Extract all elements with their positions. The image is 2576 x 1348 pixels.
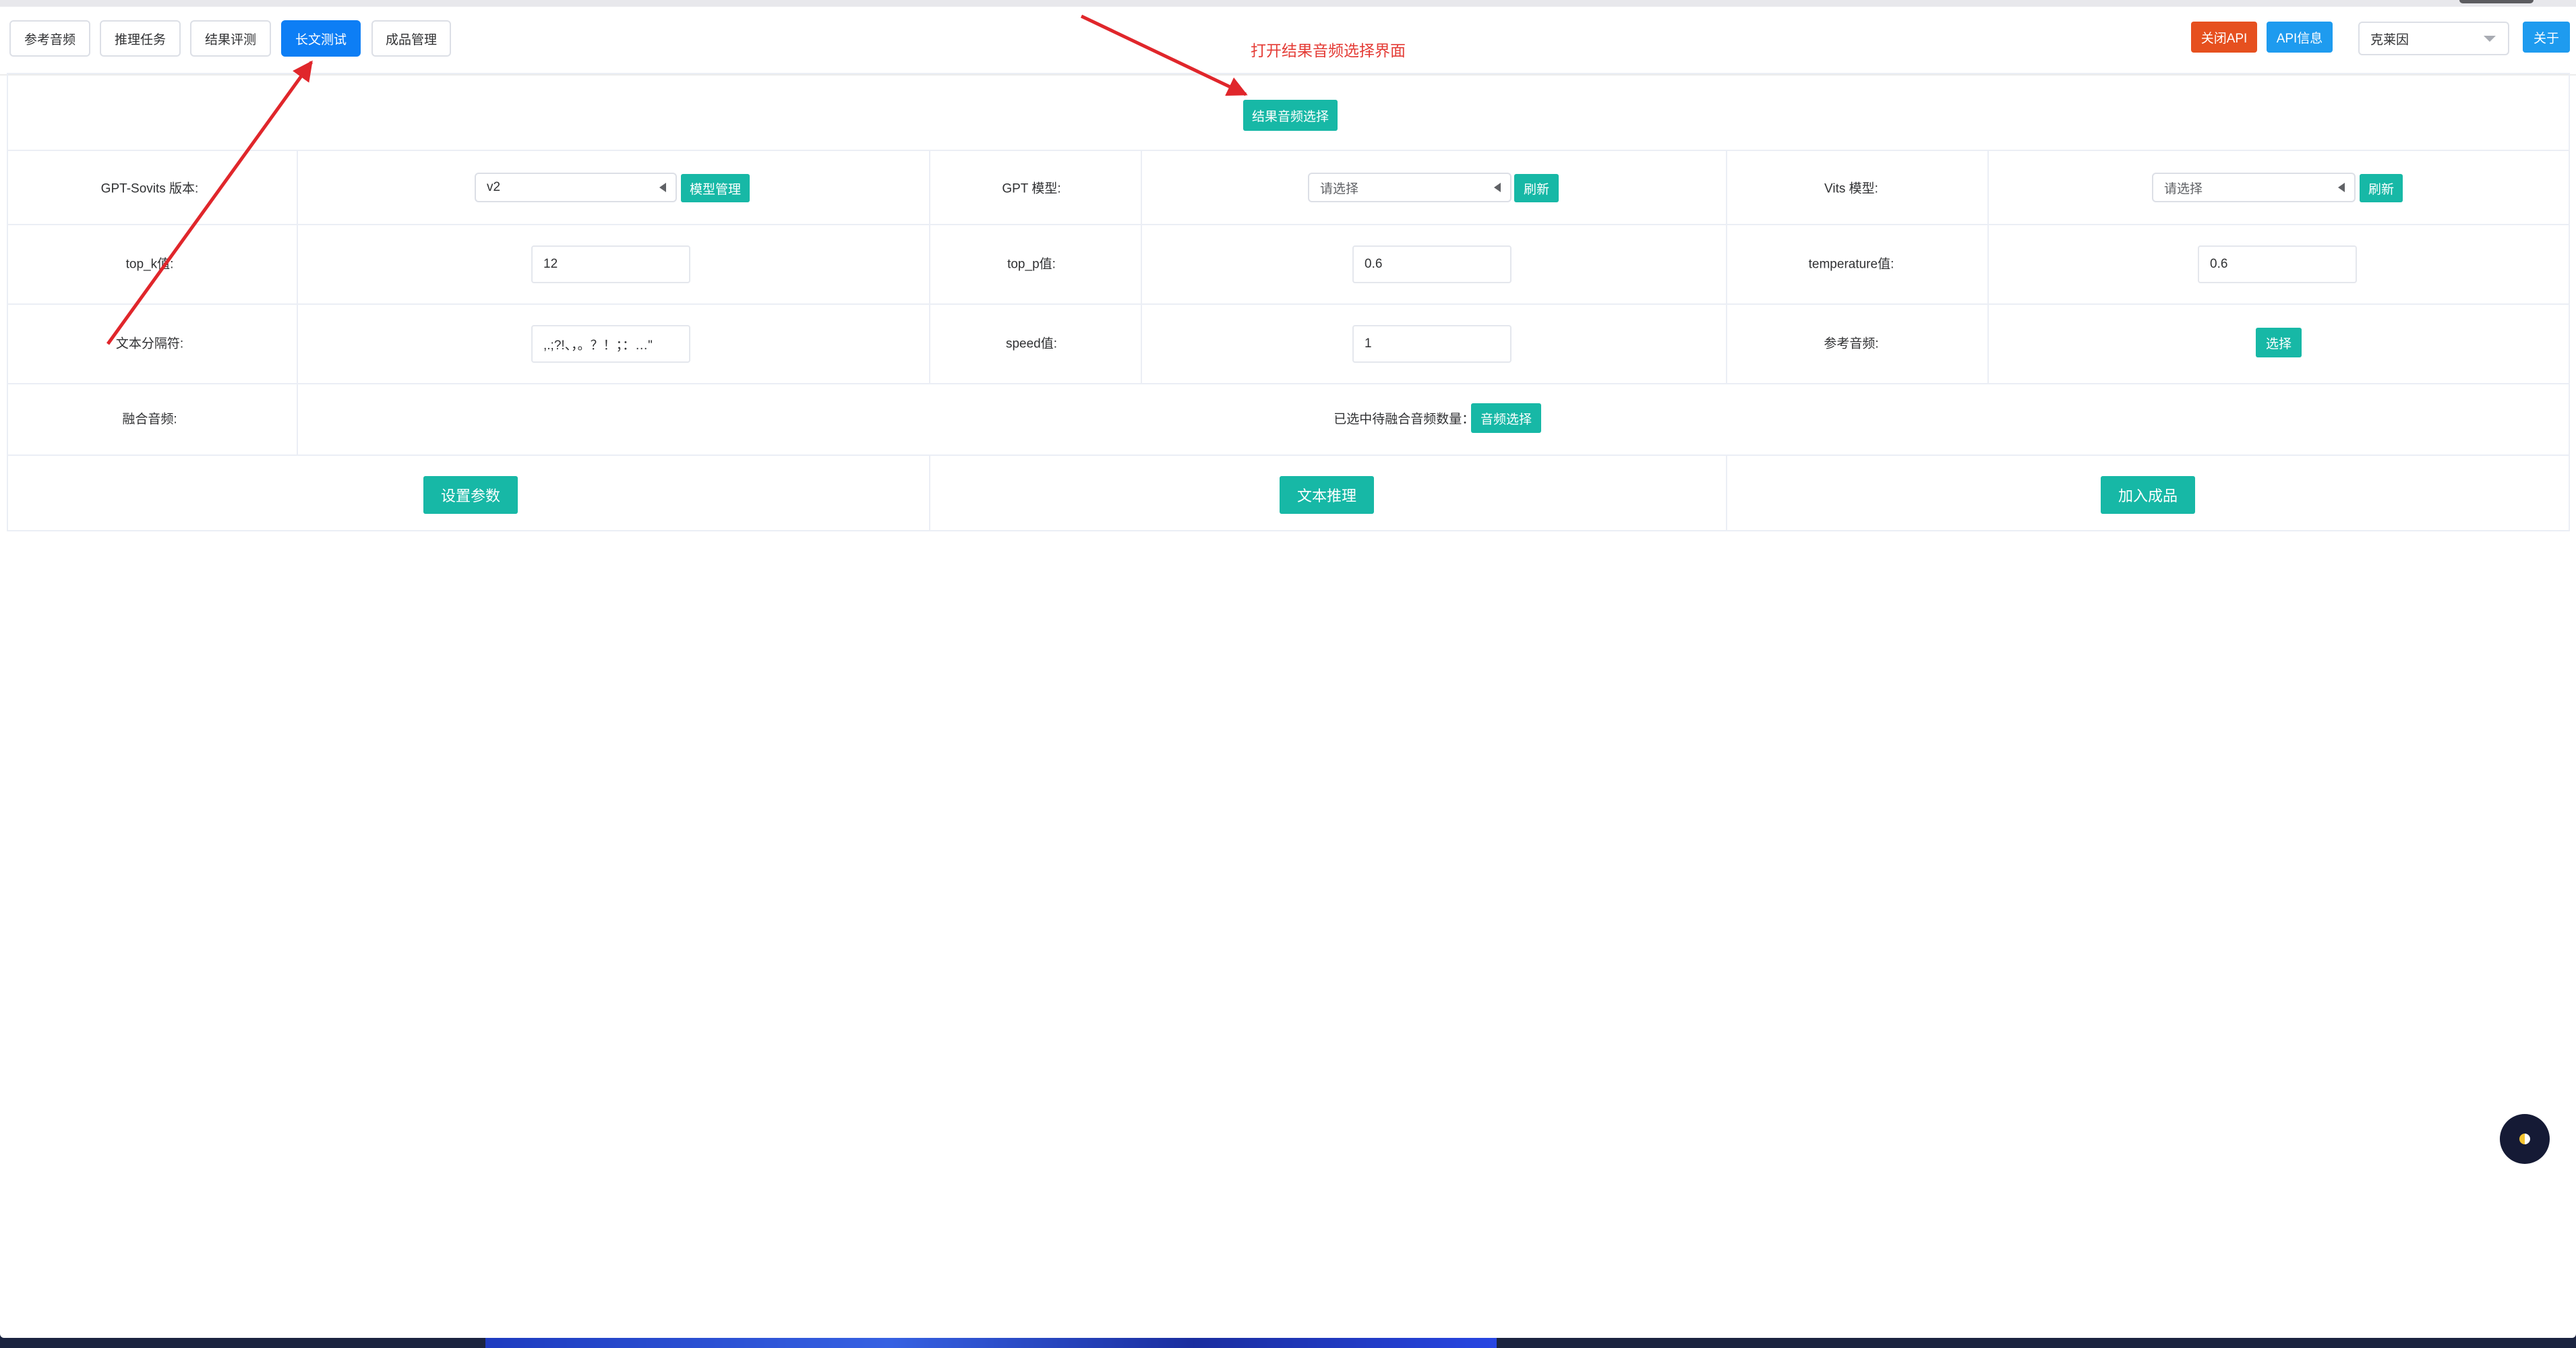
half-moon-icon xyxy=(2519,1134,2530,1144)
annotation-arrow-to-result-button xyxy=(1080,14,1248,96)
theme-toggle-button[interactable] xyxy=(2500,1114,2550,1164)
annotation-arrows xyxy=(106,14,1248,345)
app-window: 参考音频 推理任务 结果评测 长文测试 成品管理 打开结果音频选择界面 关闭AP… xyxy=(0,0,2576,1338)
annotation-arrow-to-tab xyxy=(106,60,313,345)
